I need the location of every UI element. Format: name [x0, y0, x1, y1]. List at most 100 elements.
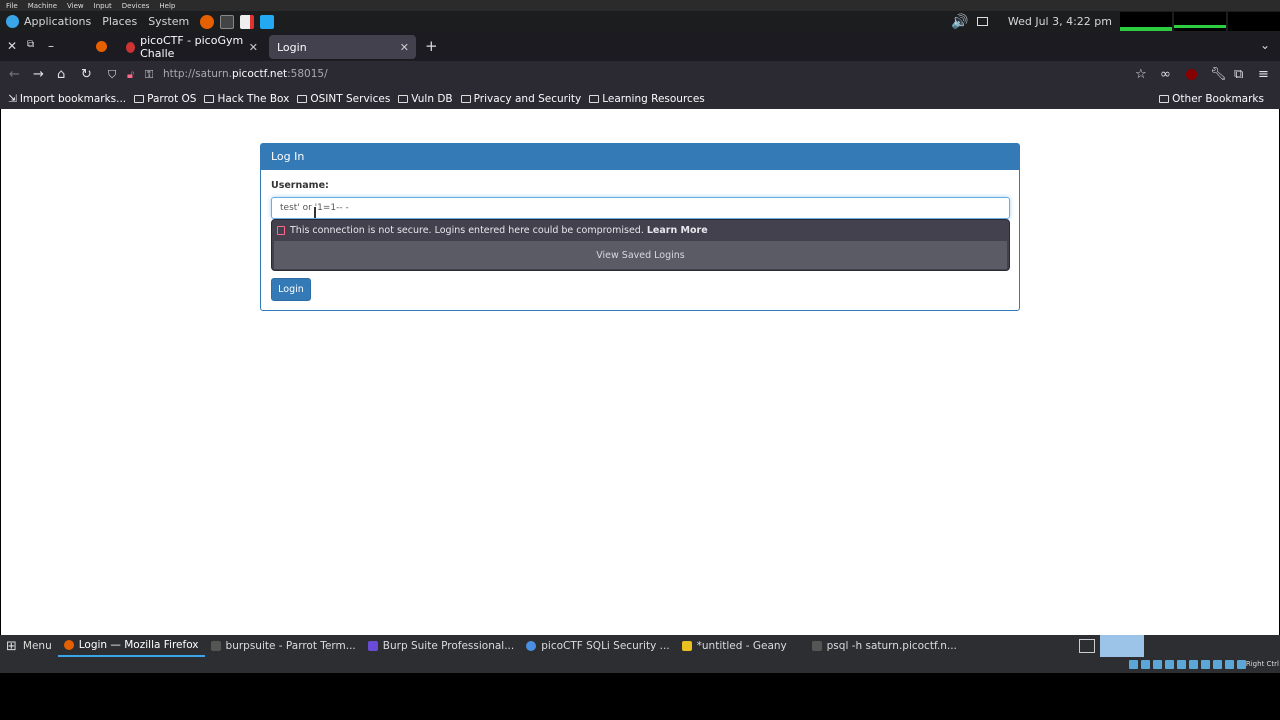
- other-bookmarks[interactable]: Other Bookmarks: [1159, 93, 1264, 105]
- taskbar-item-label: *untitled - Geany: [696, 640, 787, 652]
- workspace-switcher[interactable]: [1100, 635, 1144, 657]
- bookmark-label: Learning Resources: [602, 92, 705, 105]
- window-restore-icon[interactable]: ⧉: [27, 39, 34, 50]
- folder-icon: [589, 94, 600, 103]
- shared-folder-icon: [1189, 660, 1198, 669]
- insecure-warning-text: This connection is not secure. Logins en…: [290, 225, 644, 236]
- vm-menu-view[interactable]: View: [67, 2, 84, 10]
- memory-graph: [1174, 12, 1226, 31]
- bookmark-star-icon[interactable]: ☆: [1135, 67, 1147, 82]
- list-all-tabs-icon[interactable]: ⌄: [1260, 38, 1270, 52]
- insecure-lock-icon: [277, 226, 285, 235]
- private-mask-icon[interactable]: ∞: [1160, 67, 1171, 82]
- bookmark-folder-hack-the-box[interactable]: Hack The Box: [204, 93, 289, 105]
- username-label: Username:: [271, 180, 329, 191]
- tab-close-icon[interactable]: ✕: [249, 41, 258, 54]
- login-panel: Log In Username: test' or '1=1-- - This …: [260, 143, 1020, 311]
- url-suffix: :58015/: [287, 68, 328, 80]
- tab-login[interactable]: Login ✕: [269, 35, 416, 59]
- vm-menu-devices[interactable]: Devices: [122, 2, 150, 10]
- url-prefix: http://saturn.: [163, 68, 232, 80]
- optical-icon: [1141, 660, 1150, 669]
- grid-menu-icon: ⊞: [6, 638, 17, 654]
- insecure-lock-icon[interactable]: 🔓︎: [127, 68, 134, 82]
- screen-icon[interactable]: [976, 17, 988, 26]
- ublock-icon[interactable]: [1186, 69, 1197, 80]
- taskbar-item-geany[interactable]: *untitled - Geany: [676, 635, 806, 657]
- vm-menu-machine[interactable]: Machine: [28, 2, 57, 10]
- vm-menu-help[interactable]: Help: [159, 2, 175, 10]
- taskbar-item-label: burpsuite - Parrot Term...: [225, 640, 356, 652]
- taskbar-item-terminal[interactable]: burpsuite - Parrot Term...: [205, 635, 362, 657]
- bookmarks-toolbar: ⇲ Import bookmarks... Parrot OS Hack The …: [0, 88, 1280, 109]
- vm-menu-input[interactable]: Input: [94, 2, 112, 10]
- login-button[interactable]: Login: [271, 278, 311, 301]
- chromium-icon: [526, 641, 537, 651]
- taskbar-menu[interactable]: ⊞ Menu: [0, 635, 58, 657]
- taskbar-item-psql[interactable]: psql -h saturn.picoctf.n...: [806, 635, 963, 657]
- terminal-icon: [210, 641, 221, 651]
- learn-more-link[interactable]: Learn More: [647, 225, 708, 236]
- url-host: picoctf.net: [231, 68, 288, 80]
- vm-status-bar: Right Ctrl: [0, 657, 1280, 673]
- taskbar-item-firefox[interactable]: Login — Mozilla Firefox: [57, 635, 205, 657]
- workspace-icon[interactable]: [1079, 639, 1095, 653]
- key-icon[interactable]: ⚿: [145, 68, 153, 82]
- firefox-view-icon[interactable]: [96, 41, 107, 52]
- taskbar-item-label: Login — Mozilla Firefox: [78, 639, 199, 651]
- view-saved-logins[interactable]: View Saved Logins: [274, 241, 1007, 269]
- vscode-launcher-icon[interactable]: [260, 14, 275, 29]
- clock[interactable]: Wed Jul 3, 4:22 pm: [1008, 15, 1112, 28]
- bookmark-folder-vuln-db[interactable]: Vuln DB: [398, 93, 453, 105]
- applications-menu[interactable]: Applications: [24, 15, 91, 28]
- display-icon: [1201, 660, 1210, 669]
- bookmark-label: Parrot OS: [147, 92, 197, 105]
- firefox-launcher-icon[interactable]: [200, 14, 215, 29]
- bookmark-folder-osint[interactable]: OSINT Services: [297, 93, 390, 105]
- usb-icon: [1177, 660, 1186, 669]
- tracking-shield-icon[interactable]: ⛉: [108, 68, 116, 82]
- taskbar-item-chromium[interactable]: picoCTF SQLi Security ...: [520, 635, 675, 657]
- system-menu[interactable]: System: [148, 15, 189, 28]
- back-icon[interactable]: ←: [9, 67, 20, 82]
- text-editor-launcher-icon[interactable]: [240, 14, 255, 29]
- import-bookmarks[interactable]: ⇲ Import bookmarks...: [8, 93, 126, 105]
- desktop-top-panel: Applications Places System 🔊 Wed Jul 3, …: [0, 11, 1280, 32]
- taskbar-item-label: picoCTF SQLi Security ...: [541, 640, 670, 652]
- folder-icon: [1159, 94, 1170, 103]
- vm-menubar: File Machine View Input Devices Help: [0, 0, 1280, 11]
- vm-menu-file[interactable]: File: [6, 2, 18, 10]
- taskbar-menu-label: Menu: [22, 640, 52, 652]
- window-minimize-icon[interactable]: –: [48, 39, 54, 53]
- terminal-launcher-icon[interactable]: [220, 14, 235, 29]
- recording-icon: [1213, 660, 1222, 669]
- login-panel-heading: Log In: [261, 144, 1019, 170]
- bookmark-folder-parrot-os[interactable]: Parrot OS: [134, 93, 196, 105]
- tab-close-icon[interactable]: ✕: [400, 41, 409, 54]
- bookmark-folder-learning[interactable]: Learning Resources: [589, 93, 705, 105]
- bookmark-folder-privacy[interactable]: Privacy and Security: [460, 92, 582, 105]
- new-tab-icon[interactable]: +: [425, 37, 438, 55]
- url-bar[interactable]: http://saturn.picoctf.net:58015/: [163, 68, 328, 80]
- username-input[interactable]: test' or '1=1-- -: [271, 197, 1010, 219]
- parrot-logo-icon[interactable]: [6, 15, 19, 28]
- home-icon[interactable]: ⌂: [57, 67, 65, 82]
- menu-hamburger-icon[interactable]: ≡: [1258, 67, 1269, 82]
- taskbar: ⊞ Menu Login — Mozilla Firefox burpsuite …: [0, 635, 1280, 657]
- wrench-icon[interactable]: 🔧︎: [1210, 67, 1227, 82]
- taskbar-item-burp[interactable]: Burp Suite Professional...: [362, 635, 520, 657]
- volume-icon[interactable]: 🔊: [951, 14, 968, 30]
- bookmark-label: Privacy and Security: [473, 92, 582, 105]
- places-menu[interactable]: Places: [102, 15, 137, 28]
- tab-picoctf[interactable]: picoCTF - picoGym Challe ✕: [118, 34, 265, 60]
- folder-icon: [134, 94, 145, 103]
- folder-icon: [398, 94, 409, 103]
- extensions-icon[interactable]: ⧉: [1234, 67, 1243, 82]
- forward-icon[interactable]: →: [33, 67, 44, 82]
- reload-icon[interactable]: ↻: [81, 67, 92, 82]
- taskbar-item-label: psql -h saturn.picoctf.n...: [826, 640, 957, 652]
- window-close-icon[interactable]: ✕: [7, 39, 17, 53]
- vm-status-icons: [1129, 660, 1246, 669]
- geany-icon: [681, 641, 692, 651]
- host-key-label: Right Ctrl: [1245, 660, 1279, 668]
